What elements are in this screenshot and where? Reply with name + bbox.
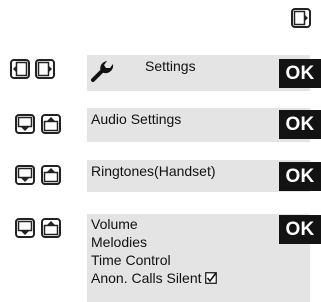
nav-left-key-icon <box>13 61 28 77</box>
nav-up-key[interactable] <box>41 114 61 134</box>
nav-up-key-icon <box>43 221 59 236</box>
menu-item-melodies[interactable]: Melodies <box>91 234 147 251</box>
ok-button-audio-settings[interactable]: OK <box>279 110 321 139</box>
nav-down-key[interactable] <box>15 165 35 185</box>
ringtones-panel: Ringtones(Handset) <box>87 160 310 192</box>
ringtone-options-panel: Volume Melodies Time Control Anon. Calls… <box>87 214 310 302</box>
nav-left-key[interactable] <box>10 59 30 79</box>
menu-item-anon-calls-silent[interactable]: Anon. Calls Silent <box>91 270 217 287</box>
settings-label: Settings <box>145 58 196 74</box>
top-nav-right-key[interactable] <box>291 8 311 28</box>
nav-right-key-icon <box>37 61 52 77</box>
audio-settings-panel: Audio Settings <box>87 108 310 142</box>
nav-up-key[interactable] <box>41 218 61 238</box>
settings-panel: Settings <box>87 55 310 91</box>
nav-down-key-icon <box>17 167 33 182</box>
nav-right-key-icon <box>293 10 308 26</box>
menu-item-volume[interactable]: Volume <box>91 216 138 233</box>
nav-right-key[interactable] <box>35 59 55 79</box>
wrench-icon <box>91 61 114 82</box>
audio-settings-label: Audio Settings <box>91 111 182 127</box>
anon-calls-silent-label: Anon. Calls Silent <box>91 270 202 286</box>
nav-up-key-icon <box>43 168 59 183</box>
ok-button-ringtone-options[interactable]: OK <box>279 215 321 244</box>
nav-up-key-icon <box>43 117 59 132</box>
nav-down-key-icon <box>17 116 33 131</box>
ok-button-settings[interactable]: OK <box>279 59 321 88</box>
checkbox-checked-icon[interactable] <box>204 272 217 284</box>
nav-up-key[interactable] <box>41 165 61 185</box>
menu-item-time-control[interactable]: Time Control <box>91 252 171 269</box>
nav-down-key[interactable] <box>15 218 35 238</box>
ringtones-label: Ringtones(Handset) <box>91 163 216 179</box>
ok-button-ringtones[interactable]: OK <box>279 162 321 191</box>
nav-down-key[interactable] <box>15 114 35 134</box>
nav-down-key-icon <box>17 220 33 235</box>
